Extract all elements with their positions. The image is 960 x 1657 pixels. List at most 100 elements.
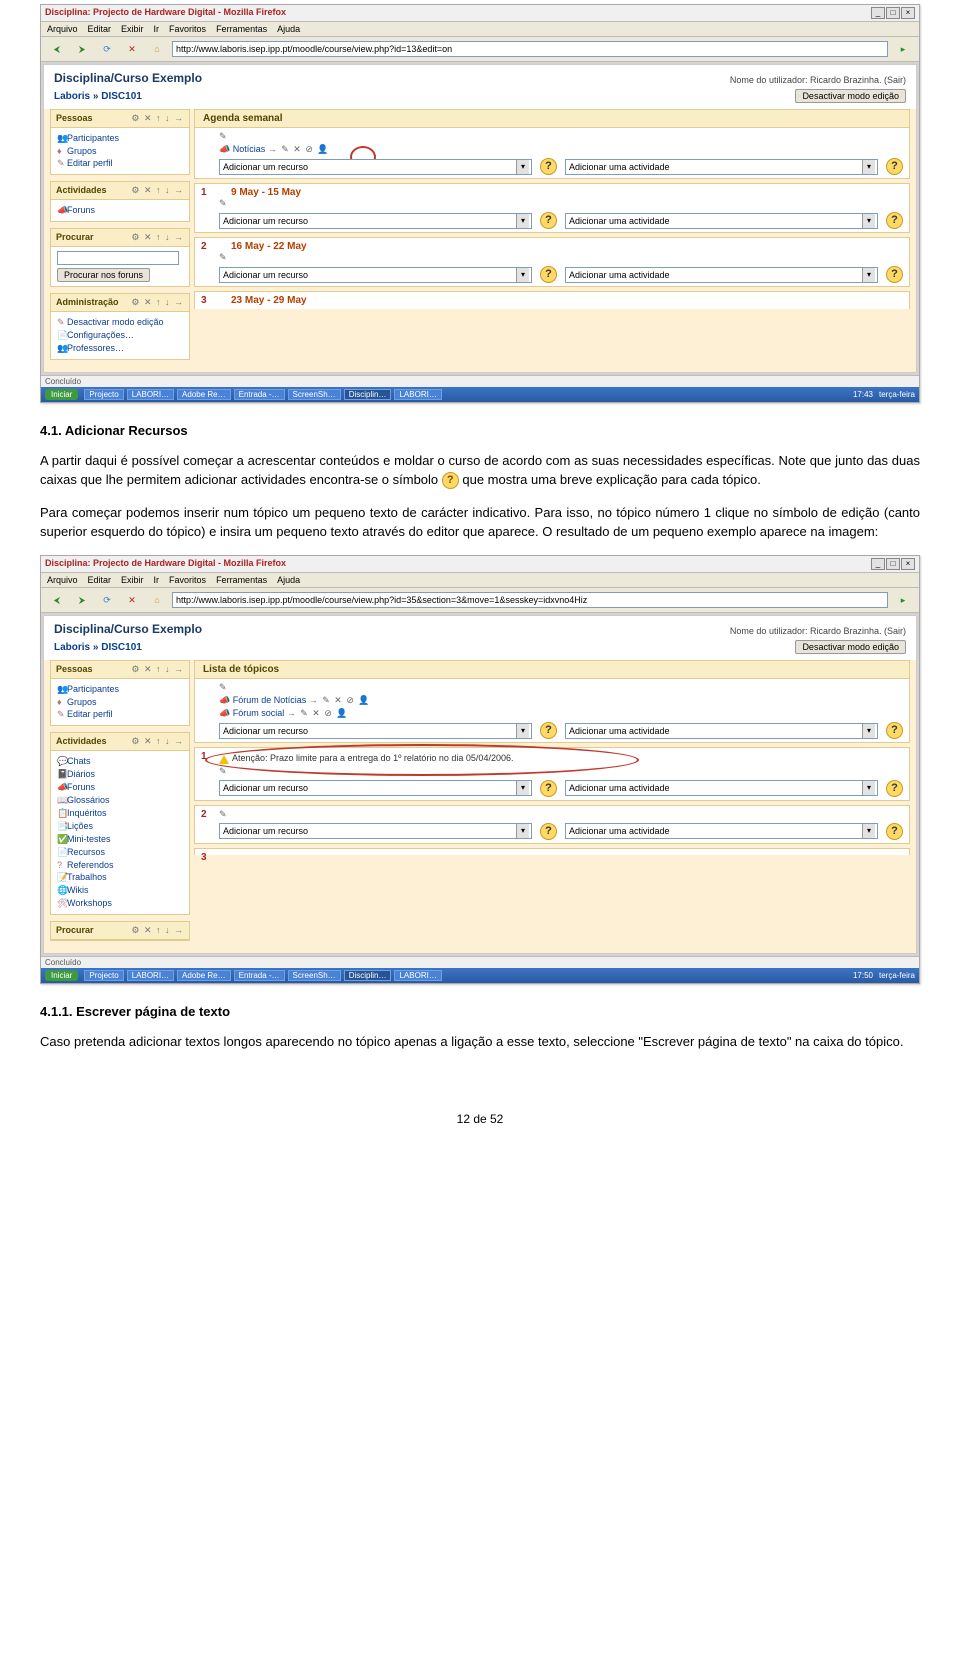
menu-item[interactable]: Arquivo xyxy=(47,24,78,34)
sidebar-item[interactable]: 📝Trabalhos xyxy=(57,871,183,884)
toggle-edit-button[interactable]: Desactivar modo edição xyxy=(795,640,906,654)
block-controls[interactable]: ⚙ ✕ ↑ ↓ → xyxy=(131,925,184,936)
taskbar-item[interactable]: Disciplin… xyxy=(344,970,392,981)
help-icon[interactable]: ? xyxy=(540,266,557,283)
sidebar-item[interactable]: 📖Glossários xyxy=(57,794,183,807)
sidebar-item[interactable]: 💬Chats xyxy=(57,755,183,768)
back-icon[interactable]: ⮜ xyxy=(47,40,67,58)
taskbar-item[interactable]: LABORI… xyxy=(127,970,174,981)
menu-item[interactable]: Ir xyxy=(154,24,160,34)
taskbar-item[interactable]: ScreenSh… xyxy=(288,389,341,400)
forward-icon[interactable]: ⮞ xyxy=(72,40,92,58)
resource-item[interactable]: 📣 Fórum de Notícias → ✎ ✕ ⊘ 👤 xyxy=(219,695,903,706)
block-controls[interactable]: ⚙ ✕ ↑ ↓ → xyxy=(131,664,184,675)
taskbar-item[interactable]: Adobe Re… xyxy=(177,970,231,981)
home-icon[interactable]: ⌂ xyxy=(147,40,167,58)
menu-item[interactable]: Arquivo xyxy=(47,575,78,585)
add-resource-select[interactable]: Adicionar um recurso xyxy=(219,159,532,175)
help-icon[interactable]: ? xyxy=(886,780,903,797)
topic-edit-icons[interactable]: ✎ xyxy=(219,766,903,777)
taskbar-item[interactable]: LABORI… xyxy=(394,389,441,400)
sidebar-item[interactable]: ♦Grupos xyxy=(57,696,183,708)
help-icon[interactable]: ? xyxy=(540,212,557,229)
sidebar-item[interactable]: 📣Foruns xyxy=(57,204,183,217)
add-activity-select[interactable]: Adicionar uma actividade xyxy=(565,159,878,175)
close-icon[interactable]: × xyxy=(901,558,915,570)
sidebar-item[interactable]: 📄Configurações… xyxy=(57,329,183,342)
go-icon[interactable]: ▸ xyxy=(893,591,913,609)
taskbar-item[interactable]: Entrada -… xyxy=(234,389,285,400)
taskbar-item[interactable]: Entrada -… xyxy=(234,970,285,981)
add-activity-select[interactable]: Adicionar uma actividade xyxy=(565,267,878,283)
add-resource-select[interactable]: Adicionar um recurso xyxy=(219,723,532,739)
sidebar-item[interactable]: ✎Editar perfil xyxy=(57,157,183,170)
search-input[interactable] xyxy=(57,251,179,265)
add-activity-select[interactable]: Adicionar uma actividade xyxy=(565,723,878,739)
sidebar-item[interactable]: 🌐Wikis xyxy=(57,884,183,897)
add-resource-select[interactable]: Adicionar um recurso xyxy=(219,267,532,283)
help-icon[interactable]: ? xyxy=(540,823,557,840)
menu-item[interactable]: Editar xyxy=(88,24,112,34)
taskbar-item[interactable]: Projecto xyxy=(84,970,123,981)
add-resource-select[interactable]: Adicionar um recurso xyxy=(219,823,532,839)
maximize-icon[interactable]: □ xyxy=(886,558,900,570)
menu-item[interactable]: Editar xyxy=(88,575,112,585)
url-field[interactable]: http://www.laboris.isep.ipp.pt/moodle/co… xyxy=(172,41,888,57)
breadcrumb[interactable]: Laboris » DISC101 xyxy=(54,91,142,102)
topic-edit-icons[interactable]: ✎ xyxy=(219,809,903,820)
menu-item[interactable]: Ajuda xyxy=(277,575,300,585)
toggle-edit-button[interactable]: Desactivar modo edição xyxy=(795,89,906,103)
menu-item[interactable]: Ir xyxy=(154,575,160,585)
block-controls[interactable]: ⚙ ✕ ↑ ↓ → xyxy=(131,232,184,243)
menu-item[interactable]: Ferramentas xyxy=(216,24,267,34)
add-activity-select[interactable]: Adicionar uma actividade xyxy=(565,213,878,229)
add-activity-select[interactable]: Adicionar uma actividade xyxy=(565,780,878,796)
help-icon[interactable]: ? xyxy=(886,266,903,283)
help-icon[interactable]: ? xyxy=(886,158,903,175)
resource-item[interactable]: 📣 Fórum social → ✎ ✕ ⊘ 👤 xyxy=(219,708,903,719)
sidebar-item[interactable]: ♦Grupos xyxy=(57,145,183,157)
minimize-icon[interactable]: _ xyxy=(871,558,885,570)
sidebar-item[interactable]: 👥Participantes xyxy=(57,683,183,696)
taskbar-item[interactable]: ScreenSh… xyxy=(288,970,341,981)
menu-item[interactable]: Ferramentas xyxy=(216,575,267,585)
block-controls[interactable]: ⚙ ✕ ↑ ↓ → xyxy=(131,113,184,124)
sidebar-item[interactable]: ✎Editar perfil xyxy=(57,708,183,721)
reload-icon[interactable]: ⟳ xyxy=(97,591,117,609)
add-resource-select[interactable]: Adicionar um recurso xyxy=(219,213,532,229)
help-icon[interactable]: ? xyxy=(886,212,903,229)
menu-item[interactable]: Exibir xyxy=(121,575,144,585)
start-button[interactable]: Iniciar xyxy=(45,389,78,400)
search-button[interactable]: Procurar nos foruns xyxy=(57,268,150,282)
sidebar-item[interactable]: ✎Desactivar modo edição xyxy=(57,316,183,329)
menu-item[interactable]: Favoritos xyxy=(169,24,206,34)
sidebar-item[interactable]: 📓Diários xyxy=(57,768,183,781)
topic-edit-icons[interactable]: ✎ xyxy=(219,131,903,142)
add-activity-select[interactable]: Adicionar uma actividade xyxy=(565,823,878,839)
menu-item[interactable]: Favoritos xyxy=(169,575,206,585)
sidebar-item[interactable]: 👥Professores… xyxy=(57,342,183,355)
taskbar-item[interactable]: Projecto xyxy=(84,389,123,400)
back-icon[interactable]: ⮜ xyxy=(47,591,67,609)
help-icon[interactable]: ? xyxy=(886,722,903,739)
menu-item[interactable]: Exibir xyxy=(121,24,144,34)
add-resource-select[interactable]: Adicionar um recurso xyxy=(219,780,532,796)
block-controls[interactable]: ⚙ ✕ ↑ ↓ → xyxy=(131,736,184,747)
forward-icon[interactable]: ⮞ xyxy=(72,591,92,609)
topic-edit-icons[interactable]: ✎ xyxy=(219,198,903,209)
minimize-icon[interactable]: _ xyxy=(871,7,885,19)
menu-item[interactable]: Ajuda xyxy=(277,24,300,34)
sidebar-item[interactable]: 📄Recursos xyxy=(57,846,183,859)
help-icon[interactable]: ? xyxy=(540,722,557,739)
stop-icon[interactable]: ✕ xyxy=(122,591,142,609)
stop-icon[interactable]: ✕ xyxy=(122,40,142,58)
sidebar-item[interactable]: ?Referendos xyxy=(57,859,183,871)
help-icon[interactable]: ? xyxy=(540,780,557,797)
maximize-icon[interactable]: □ xyxy=(886,7,900,19)
taskbar-item[interactable]: LABORI… xyxy=(394,970,441,981)
taskbar-item[interactable]: Adobe Re… xyxy=(177,389,231,400)
sidebar-item[interactable]: 📑Lições xyxy=(57,820,183,833)
sidebar-item[interactable]: 📋Inquéritos xyxy=(57,807,183,820)
help-icon[interactable]: ? xyxy=(540,158,557,175)
close-icon[interactable]: × xyxy=(901,7,915,19)
